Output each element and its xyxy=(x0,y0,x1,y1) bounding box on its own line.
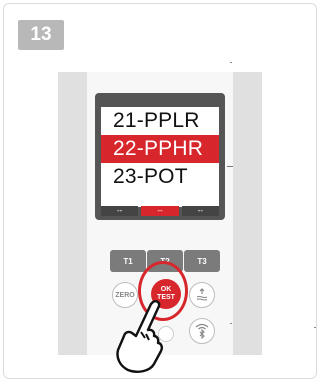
decor-dot xyxy=(230,62,232,63)
display-tick xyxy=(227,166,233,167)
device-side-right xyxy=(232,72,262,355)
decor-dot xyxy=(314,327,316,328)
softkey-bar: -- -- -- xyxy=(101,206,219,216)
softkey-middle: -- xyxy=(141,206,179,216)
menu-item: 21-PPLR xyxy=(113,109,200,132)
step-number-badge: 13 xyxy=(18,20,64,50)
menu-item-selected: 22-PPHR xyxy=(101,135,219,163)
menu-item: 23-POT xyxy=(113,165,188,188)
t3-button[interactable]: T3 xyxy=(184,250,220,272)
softkey-right: -- xyxy=(181,206,219,216)
softkey-left: -- xyxy=(101,206,139,216)
device-side-left xyxy=(58,72,88,355)
pointing-hand-icon xyxy=(116,300,163,373)
tare-button[interactable] xyxy=(189,282,215,308)
display-screen: 21-PPLR 22-PPHR 23-POT -- -- -- xyxy=(95,93,225,220)
wifi-icon xyxy=(195,323,209,330)
bluetooth-icon xyxy=(199,328,205,340)
wireless-button[interactable] xyxy=(189,318,215,344)
tare-icon xyxy=(196,288,208,301)
display-menu: 21-PPLR 22-PPHR 23-POT xyxy=(101,107,219,207)
t1-button[interactable]: T1 xyxy=(110,250,146,272)
decor-dot xyxy=(230,323,232,324)
